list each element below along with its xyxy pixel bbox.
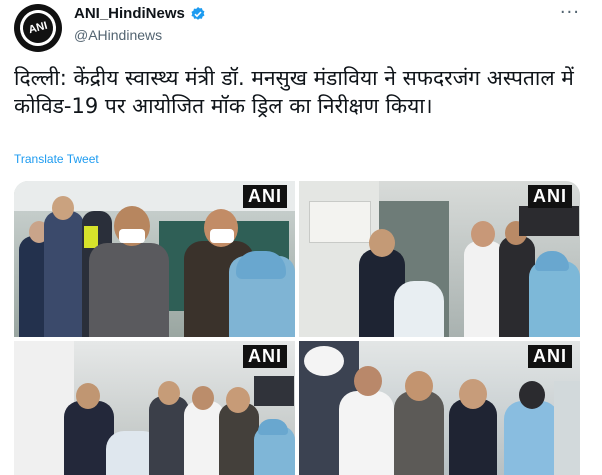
- translate-tweet-link[interactable]: Translate Tweet: [14, 152, 99, 166]
- verified-badge-icon: [191, 6, 205, 20]
- media-photo-1[interactable]: ANI: [14, 181, 295, 337]
- ellipsis-icon: ···: [559, 2, 580, 23]
- media-photo-3[interactable]: ANI: [14, 341, 295, 475]
- handle[interactable]: @AHindinews: [74, 27, 162, 43]
- display-name[interactable]: ANI_HindiNews: [74, 5, 185, 22]
- tweet-text: दिल्ली: केंद्रीय स्वास्थ्य मंत्री डॉ. मन…: [14, 66, 574, 118]
- avatar[interactable]: ANI: [14, 4, 62, 52]
- ani-watermark: ANI: [528, 185, 572, 208]
- media-photo-2[interactable]: ANI: [299, 181, 580, 337]
- ani-watermark: ANI: [243, 345, 287, 368]
- media-photo-4[interactable]: ANI: [299, 341, 580, 475]
- tweet-media-grid: ANI ANI ANI ANI: [14, 181, 580, 475]
- avatar-logo: ANI: [15, 5, 61, 51]
- more-options-button[interactable]: ···: [560, 2, 580, 23]
- ani-watermark: ANI: [528, 345, 572, 368]
- ani-watermark: ANI: [243, 185, 287, 208]
- author-name-row: ANI_HindiNews: [74, 5, 206, 22]
